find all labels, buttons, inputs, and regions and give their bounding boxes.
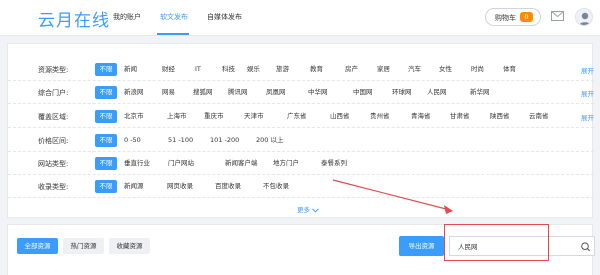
filter-option[interactable]: 家居: [377, 63, 390, 76]
chevron-down-icon: [312, 207, 319, 213]
filter-option[interactable]: 泰餐系列: [321, 157, 347, 170]
site-logo[interactable]: 云月在线: [38, 6, 110, 31]
cart-label: 购物车: [495, 14, 516, 22]
filter-option[interactable]: 新华网: [470, 86, 490, 99]
nav-article-publish[interactable]: 软文发布: [160, 12, 188, 22]
filter-option[interactable]: 女性: [439, 63, 452, 76]
tab-all-resources[interactable]: 全部资源: [17, 238, 58, 254]
filter-option-unlimited[interactable]: 不限: [95, 134, 117, 147]
filter-option[interactable]: 汽车: [408, 63, 421, 76]
filter-option[interactable]: 时尚: [471, 63, 484, 76]
search-button[interactable]: [577, 236, 595, 256]
filter-row: 资源类型: 不限 新闻 财经 IT 科技 娱乐 旅游 教育 房产 家居 汽车 女性 时尚 体育 展开: [8, 58, 594, 81]
filter-option-unlimited[interactable]: 不限: [95, 63, 117, 76]
nav-self-media-publish[interactable]: 自媒体发布: [207, 12, 242, 22]
filter-option[interactable]: 0 -50: [124, 134, 141, 147]
filter-option[interactable]: 甘肃省: [450, 110, 470, 123]
expand-toggle[interactable]: 展开: [581, 112, 594, 122]
filter-option[interactable]: 科技: [222, 63, 235, 76]
filter-row: 网站类型: 不限 垂直行业 门户网站 新闻客户端 地方门户 泰餐系列: [8, 152, 594, 175]
filter-option[interactable]: 旅游: [276, 63, 289, 76]
filter-option[interactable]: 垂直行业: [124, 157, 150, 170]
filter-option[interactable]: 新闻源: [124, 180, 144, 193]
filter-option[interactable]: 云南省: [529, 110, 549, 123]
filter-option[interactable]: 广东省: [287, 110, 307, 123]
filter-option[interactable]: 教育: [310, 63, 323, 76]
filter-row-label: 综合门户:: [38, 89, 69, 97]
cart-count-badge: 0: [520, 12, 533, 22]
filter-row-label: 覆盖区域:: [38, 113, 69, 121]
filter-option-unlimited[interactable]: 不限: [95, 86, 117, 99]
filter-option[interactable]: 地方门户: [273, 157, 299, 170]
filter-option[interactable]: 重庆市: [204, 110, 224, 123]
filter-row: 综合门户: 不限 新浪网 网易 搜狐网 腾讯网 凤凰网 中华网 中国网 环球网 人民网 新华网 展开: [8, 81, 594, 104]
filter-row: 价格区间: 不限 0 -50 51 -100 101 -200 200 以上: [8, 129, 594, 152]
filter-option[interactable]: 中国网: [353, 86, 373, 99]
filter-option[interactable]: 新浪网: [124, 86, 144, 99]
filter-option[interactable]: 环球网: [392, 86, 412, 99]
filter-option-unlimited[interactable]: 不限: [95, 157, 117, 170]
filter-row-label: 网站类型:: [38, 160, 69, 168]
filter-option[interactable]: 北京市: [124, 110, 144, 123]
filter-row: 覆盖区域: 不限 北京市 上海市 重庆市 天津市 广东省 山西省 贵州省 青海省 甘肃省 陕西省 云南省…: [8, 105, 594, 128]
filter-row-label: 价格区间:: [38, 137, 69, 145]
nav-my-account[interactable]: 我的账户: [113, 12, 141, 22]
filter-option[interactable]: 51 -100: [168, 134, 193, 147]
filter-row-label: 收录类型:: [38, 183, 69, 191]
filter-option-unlimited[interactable]: 不限: [95, 110, 117, 123]
expand-toggle[interactable]: 展开: [581, 65, 594, 75]
filter-option[interactable]: 腾讯网: [228, 86, 248, 99]
export-resources-button[interactable]: 导出资源: [399, 236, 444, 256]
filter-option[interactable]: 200 以上: [256, 134, 283, 147]
filter-row: 收录类型: 不限 新闻源 网页收录 百度收录 不包收录: [8, 175, 594, 198]
filter-option[interactable]: 凤凰网: [266, 86, 286, 99]
filter-panel: 资源类型: 不限 新闻 财经 IT 科技 娱乐 旅游 教育 房产 家居 汽车 女性 时尚 体育 展开 综合门户:…: [7, 43, 594, 218]
filter-option[interactable]: 中华网: [308, 86, 328, 99]
tab-favorite-resources[interactable]: 收藏资源: [109, 238, 150, 254]
filter-option[interactable]: 百度收录: [215, 180, 241, 193]
filter-option[interactable]: 陕西省: [490, 110, 510, 123]
active-nav-indicator: [157, 33, 189, 35]
filter-option[interactable]: 财经: [162, 63, 175, 76]
more-label: 更多: [297, 206, 310, 214]
filter-option[interactable]: 娱乐: [247, 63, 260, 76]
filter-row-label: 资源类型:: [38, 66, 69, 74]
search-icon: [581, 242, 590, 252]
filter-option[interactable]: 网易: [162, 86, 175, 99]
more-filters-toggle[interactable]: 更多: [297, 204, 319, 214]
filter-option[interactable]: 房产: [345, 63, 358, 76]
expand-toggle[interactable]: 展开: [581, 88, 594, 98]
filter-option[interactable]: 上海市: [167, 110, 187, 123]
filter-option[interactable]: 贵州省: [370, 110, 390, 123]
mail-icon[interactable]: [551, 11, 564, 21]
filter-option[interactable]: IT: [195, 63, 201, 76]
user-avatar-icon: [579, 12, 591, 25]
cart-button[interactable]: 购物车 0: [485, 8, 541, 26]
filter-option[interactable]: 新闻: [124, 63, 137, 76]
filter-option[interactable]: 山西省: [330, 110, 350, 123]
filter-option-unlimited[interactable]: 不限: [95, 180, 117, 193]
filter-option[interactable]: 网页收录: [167, 180, 193, 193]
filter-option[interactable]: 搜狐网: [193, 86, 213, 99]
annotation-highlight-box: [444, 224, 549, 261]
filter-option[interactable]: 体育: [503, 63, 516, 76]
filter-option[interactable]: 不包收录: [263, 180, 289, 193]
tab-hot-resources[interactable]: 热门资源: [63, 238, 104, 254]
filter-option[interactable]: 青海省: [411, 110, 431, 123]
filter-option[interactable]: 门户网站: [168, 157, 194, 170]
filter-option[interactable]: 新闻客户端: [225, 157, 258, 170]
top-header: 云月在线 我的账户 软文发布 自媒体发布 购物车 0: [0, 0, 600, 36]
filter-option[interactable]: 天津市: [244, 110, 264, 123]
user-avatar[interactable]: [575, 8, 593, 26]
filter-option[interactable]: 人民网: [427, 86, 447, 99]
filter-option[interactable]: 101 -200: [210, 134, 239, 147]
